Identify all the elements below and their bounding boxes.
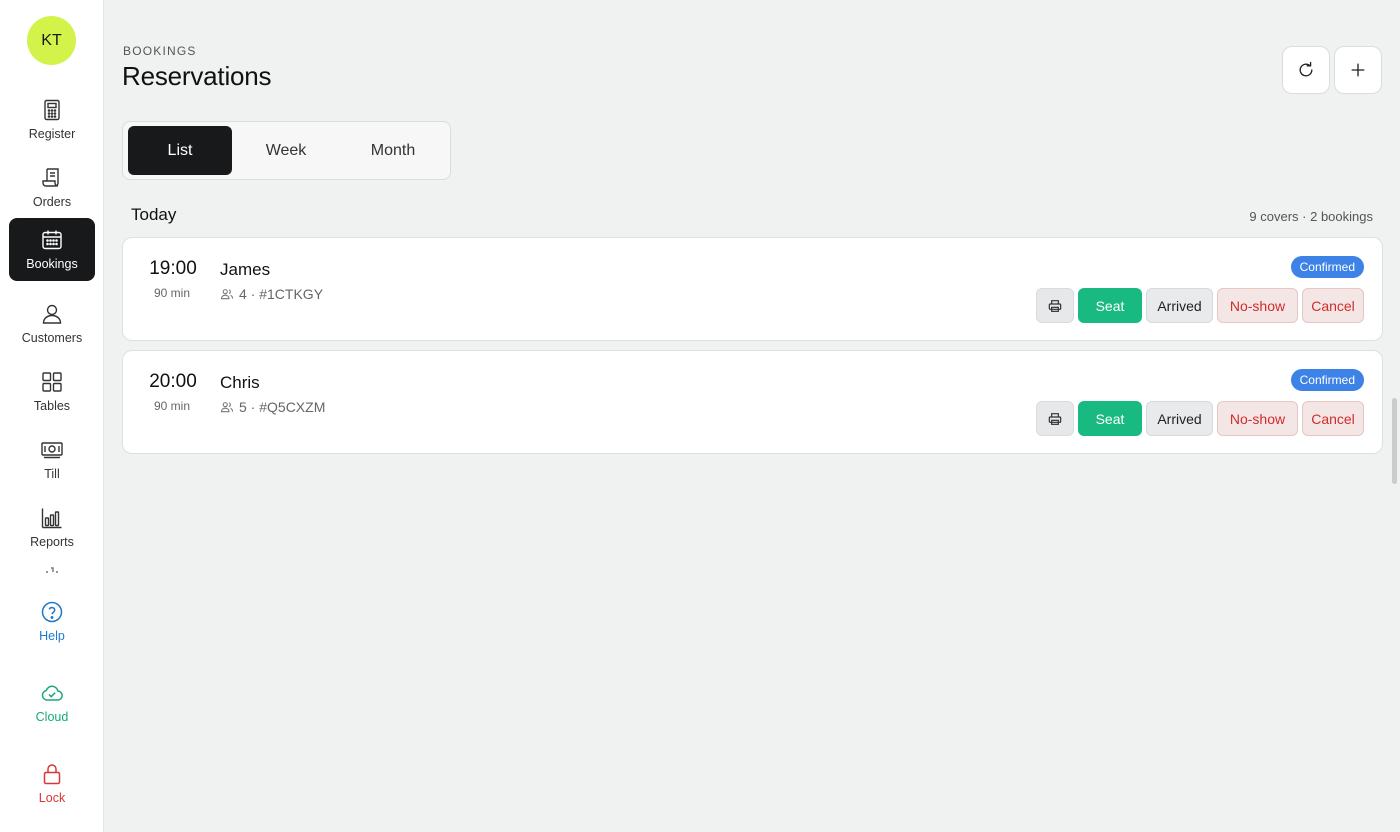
no-show-button[interactable]: No-show (1217, 288, 1298, 323)
tab-month[interactable]: Month (341, 126, 445, 175)
users-icon (220, 402, 234, 413)
calendar-icon (42, 230, 62, 250)
booking-details: 4 · #1CTKGY (239, 286, 324, 302)
cancel-button[interactable]: Cancel (1302, 288, 1364, 323)
sidebar-item-label: Tables (33, 398, 71, 413)
grid-icon (42, 371, 62, 392)
scrollbar-thumb[interactable] (1392, 398, 1397, 484)
sidebar-item-bookings[interactable]: Bookings (9, 218, 95, 281)
sidebar-item-label: Customers (21, 330, 83, 345)
calculator-icon (44, 99, 60, 120)
tab-week[interactable]: Week (234, 126, 338, 175)
add-booking-button[interactable] (1334, 46, 1382, 94)
section-title: Today (131, 205, 177, 224)
sidebar-item-register[interactable]: Register (9, 88, 95, 150)
booking-details: 5 · #Q5CXZM (239, 399, 326, 415)
page-title: Reservations (122, 61, 272, 91)
sidebar-item-lock[interactable]: Lock (9, 752, 95, 814)
booking-time: 20:00 (149, 371, 197, 392)
partially-hidden-icon (46, 567, 58, 573)
printer-icon (1048, 412, 1062, 425)
guest-name: Chris (220, 373, 260, 392)
sidebar-item-label: Register (28, 126, 76, 141)
booking-duration: 90 min (153, 399, 191, 413)
booking-meta: 5 · #Q5CXZM (220, 399, 325, 415)
cloud-check-icon (41, 685, 63, 701)
cancel-button[interactable]: Cancel (1302, 401, 1364, 436)
cash-icon (41, 441, 63, 458)
sidebar-item-label: Till (44, 466, 60, 481)
print-button[interactable] (1036, 401, 1074, 436)
help-circle-icon (41, 601, 63, 622)
booking-meta: 4 · #1CTKGY (220, 286, 323, 302)
sidebar: KT Register Orders Bookings Customers Ta… (0, 0, 104, 832)
refresh-button[interactable] (1282, 46, 1330, 94)
booking-duration: 90 min (153, 286, 191, 300)
sidebar-item-tables[interactable]: Tables (9, 360, 95, 422)
seat-button[interactable]: Seat (1078, 401, 1142, 436)
sidebar-item-till[interactable]: Till (9, 428, 95, 490)
sidebar-item-label: Orders (32, 194, 72, 209)
users-icon (220, 289, 234, 300)
print-button[interactable] (1036, 288, 1074, 323)
sidebar-item-label: Lock (38, 790, 66, 805)
sidebar-item-reports[interactable]: Reports (9, 496, 95, 558)
lock-icon (43, 763, 61, 784)
user-avatar[interactable]: KT (27, 16, 76, 65)
arrived-button[interactable]: Arrived (1146, 401, 1213, 436)
status-badge: Confirmed (1290, 369, 1364, 391)
no-show-button[interactable]: No-show (1217, 401, 1298, 436)
booking-time: 19:00 (149, 258, 197, 279)
sidebar-item-orders[interactable]: Orders (9, 156, 95, 218)
plus-icon (1351, 63, 1365, 77)
sidebar-item-label: Reports (30, 534, 74, 549)
bar-chart-icon (41, 508, 62, 528)
page-eyebrow: BOOKINGS (123, 44, 197, 58)
seat-button[interactable]: Seat (1078, 288, 1142, 323)
sidebar-item-label: Bookings (26, 257, 78, 271)
sidebar-item-label: Help (39, 628, 65, 643)
refresh-icon (1299, 61, 1313, 77)
status-badge: Confirmed (1290, 256, 1364, 278)
user-icon (42, 304, 62, 324)
tab-list[interactable]: List (128, 126, 232, 175)
sidebar-item-customers[interactable]: Customers (9, 292, 95, 354)
bookings-summary: 9 covers · 2 bookings (1249, 209, 1373, 224)
receipt-icon (42, 167, 59, 187)
arrived-button[interactable]: Arrived (1146, 288, 1213, 323)
booking-card[interactable]: 19:00 90 min James 4 · #1CTKGY Confirmed… (122, 237, 1383, 341)
booking-card[interactable]: 20:00 90 min Chris 5 · #Q5CXZM Confirmed… (122, 350, 1383, 454)
printer-icon (1048, 299, 1062, 312)
sidebar-item-label: Cloud (35, 709, 69, 724)
sidebar-item-cloud[interactable]: Cloud (9, 671, 95, 733)
view-switcher: List Week Month (122, 121, 451, 180)
sidebar-item-help[interactable]: Help (9, 590, 95, 652)
guest-name: James (220, 260, 271, 279)
